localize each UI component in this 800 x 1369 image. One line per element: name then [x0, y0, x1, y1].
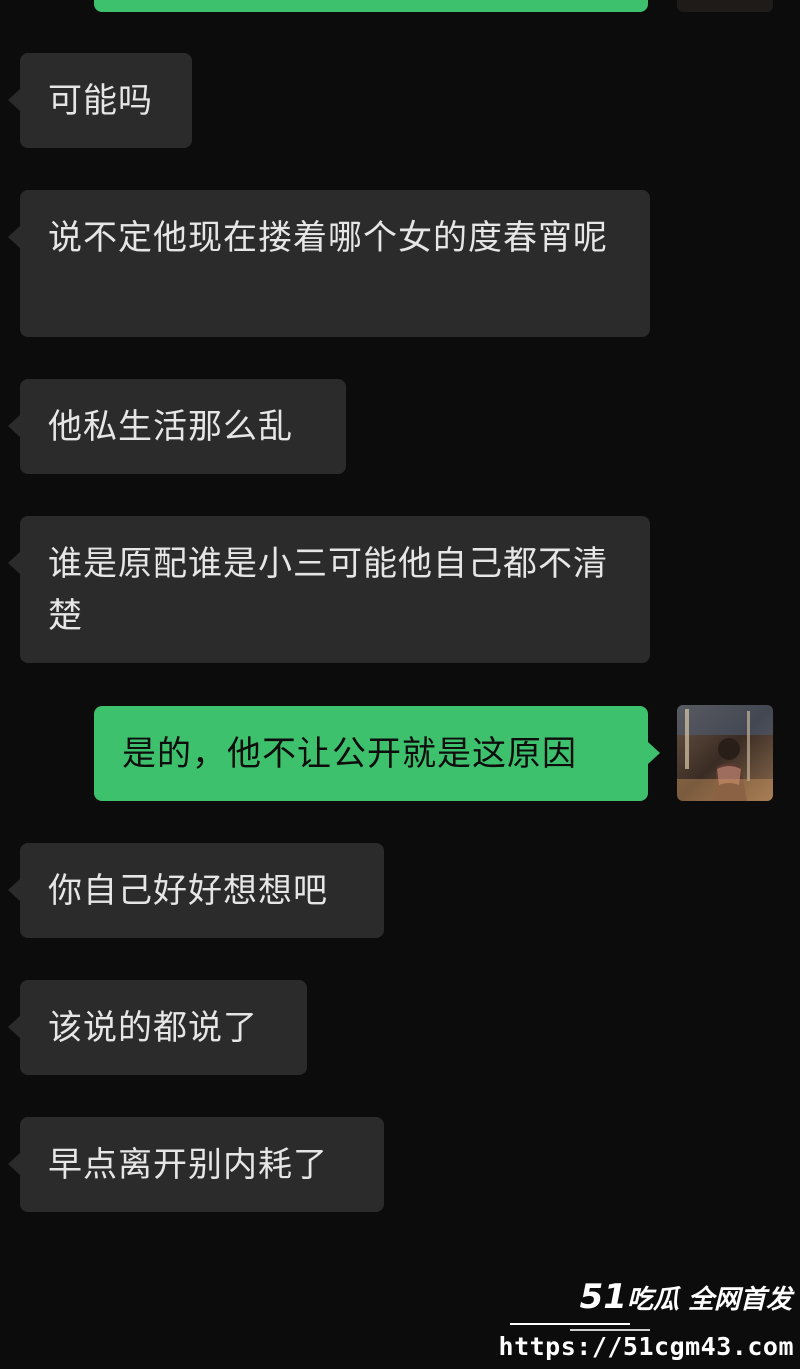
message-text: 谁是原配谁是小三可能他自己都不清楚 [48, 544, 608, 636]
message-bubble-outgoing[interactable]: 是的，他不让公开就是这原因 [94, 706, 660, 801]
message-text: 该说的都说了 [48, 1008, 258, 1048]
message-text: 你自己好好想想吧 [48, 871, 328, 911]
message-text: 可能吗 [48, 81, 153, 121]
watermark-divider [510, 1323, 630, 1325]
message-text: 说不定他现在搂着哪个女的度春宵呢 [48, 218, 608, 258]
avatar-photo-icon [677, 705, 773, 801]
message-bubble-incoming[interactable]: 他私生活那么乱 [8, 379, 346, 474]
message-text: 是的，他不让公开就是这原因 [122, 734, 577, 774]
watermark-brand: 51吃瓜 全网首发 [580, 1277, 792, 1320]
message-text: 早点离开别内耗了 [48, 1145, 328, 1185]
message-bubble-incoming[interactable]: 早点离开别内耗了 [8, 1117, 384, 1212]
watermark-url: https://51cgm43.com [498, 1332, 794, 1361]
message-text: 他私生活那么乱 [48, 407, 293, 447]
site-watermark: 51吃瓜 全网首发 https://51cgm43.com [498, 1269, 800, 1369]
message-bubble-outgoing-partial[interactable] [94, 0, 648, 12]
user-avatar-partial[interactable] [677, 0, 773, 12]
message-bubble-incoming[interactable]: 你自己好好想想吧 [8, 843, 384, 938]
message-bubble-incoming[interactable]: 可能吗 [8, 53, 192, 148]
user-avatar[interactable] [677, 705, 773, 801]
message-bubble-incoming[interactable]: 谁是原配谁是小三可能他自己都不清楚 [8, 516, 650, 663]
watermark-brand-number: 51 [579, 1277, 627, 1317]
message-bubble-incoming[interactable]: 说不定他现在搂着哪个女的度春宵呢 [8, 190, 650, 337]
watermark-brand-text: 吃瓜 全网首发 [626, 1285, 792, 1315]
message-bubble-incoming[interactable]: 该说的都说了 [8, 980, 307, 1075]
